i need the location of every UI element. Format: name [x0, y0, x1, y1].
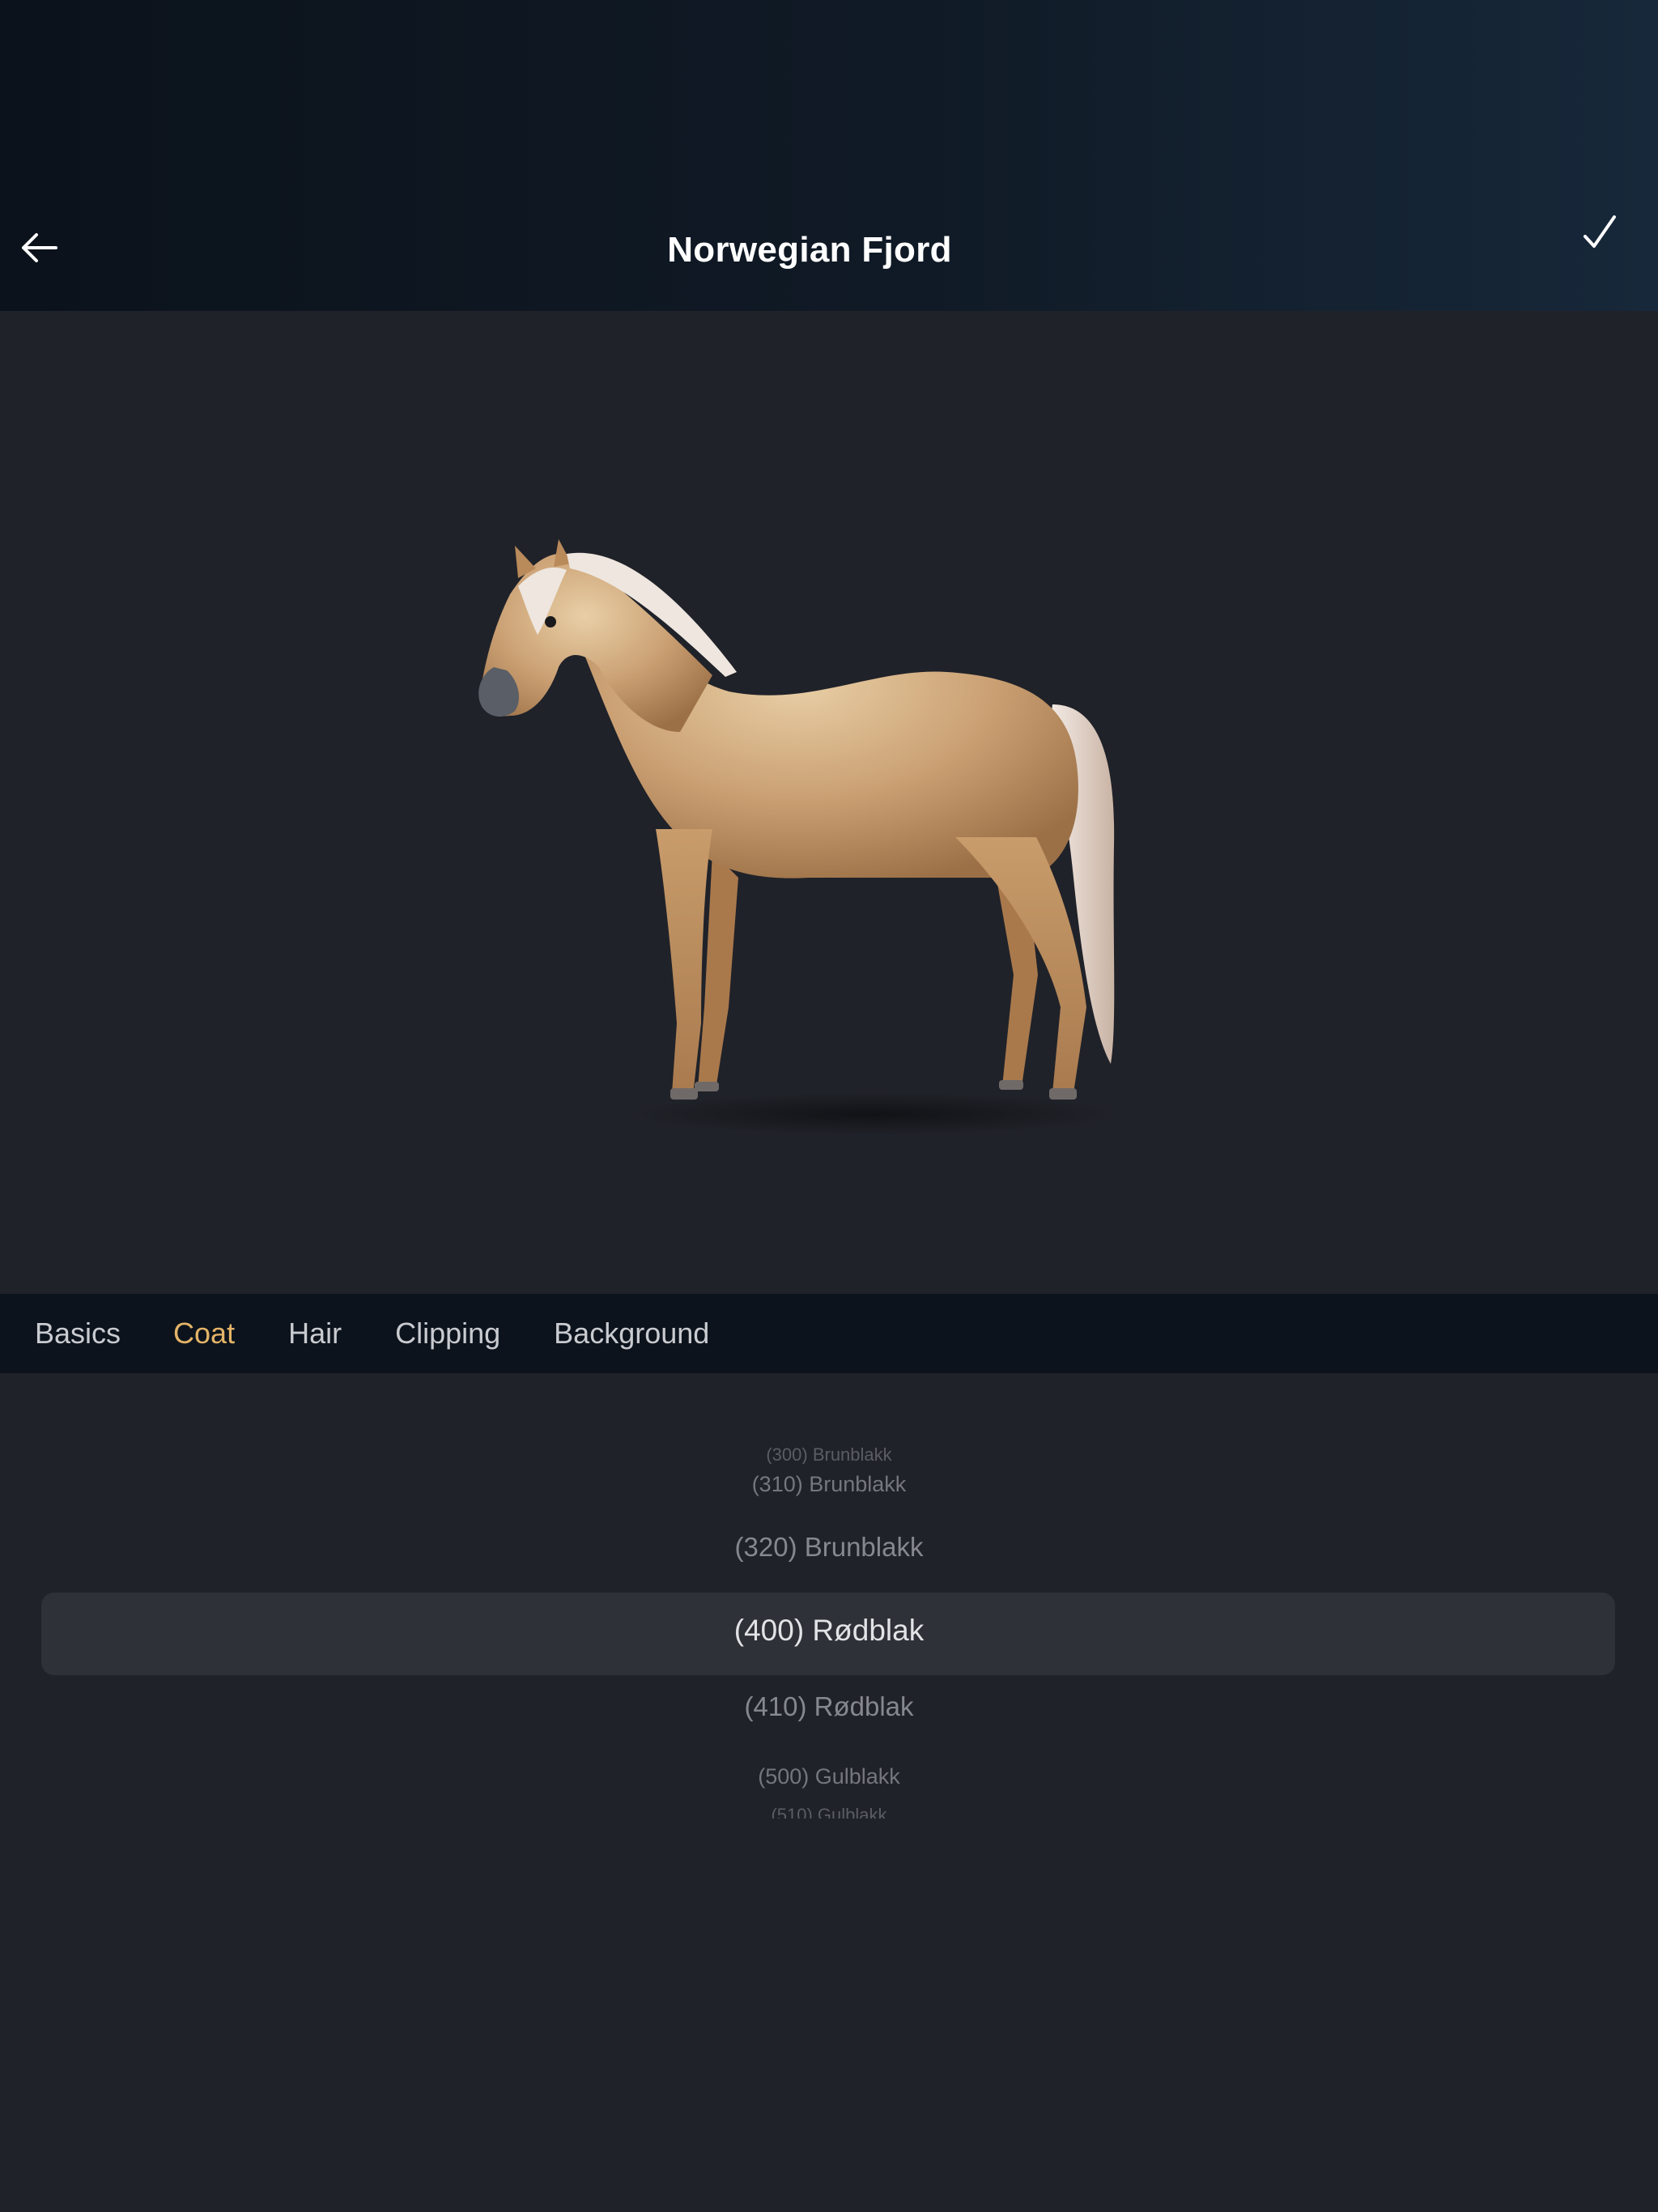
tab-clipping[interactable]: Clipping: [395, 1317, 500, 1351]
page-title: Norwegian Fjord: [667, 230, 952, 270]
tab-coat[interactable]: Coat: [173, 1317, 235, 1351]
top-bar: Norwegian Fjord: [0, 0, 1658, 311]
confirm-button[interactable]: [1574, 207, 1626, 259]
coat-color-picker[interactable]: (300) Brunblakk (310) Brunblakk (320) Br…: [0, 1373, 1658, 2212]
picker-option[interactable]: (500) Gulblakk: [0, 1764, 1658, 1789]
tab-hair[interactable]: Hair: [288, 1317, 342, 1351]
horse-preview: [0, 311, 1658, 1294]
picker-option[interactable]: (410) Rødblak: [0, 1691, 1658, 1722]
picker-option-selected[interactable]: (400) Rødblak: [0, 1614, 1658, 1648]
picker-option[interactable]: (300) Brunblakk: [0, 1446, 1658, 1464]
picker-option[interactable]: (510) Gulblakk: [0, 1804, 1658, 1819]
checkmark-icon: [1584, 215, 1616, 248]
picker-option[interactable]: (310) Brunblakk: [0, 1472, 1658, 1497]
horse-image: [478, 539, 1117, 1135]
tab-background[interactable]: Background: [554, 1317, 709, 1351]
tab-basics[interactable]: Basics: [35, 1317, 121, 1351]
picker-option[interactable]: (320) Brunblakk: [0, 1532, 1658, 1563]
tab-bar: Basics Coat Hair Clipping Background: [0, 1294, 1658, 1373]
